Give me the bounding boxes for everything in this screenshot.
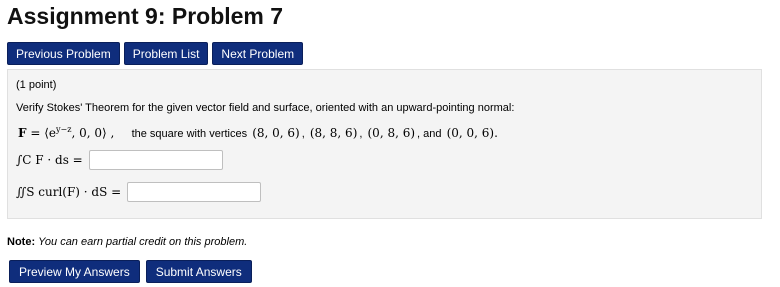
surface-text: the square with vertices [131, 128, 248, 140]
and-text: , and [417, 128, 442, 140]
line-integral-label: ∫C F · ds = [16, 153, 83, 167]
field-eq: = ⟨e [26, 126, 56, 140]
vertex-3: (0, 8, 6) [367, 126, 416, 140]
vertex-4: (0, 0, 6). [446, 126, 498, 140]
surface-integral-label: ∬S curl(F) · dS = [16, 185, 122, 199]
page-title: Assignment 9: Problem 7 [7, 3, 284, 29]
vertex-1: (8, 0, 6) [252, 126, 300, 140]
points-label: (1 point) [16, 79, 57, 91]
surface-integral-input[interactable] [127, 182, 262, 202]
vector-field-line: F = ⟨ey−z, 0, 0⟩ , the square with verti… [18, 125, 498, 140]
problem-nav: Previous Problem Problem List Next Probl… [7, 42, 304, 65]
problem-list-button[interactable]: Problem List [123, 42, 209, 65]
previous-problem-button[interactable]: Previous Problem [7, 42, 120, 65]
problem-panel: (1 point) Verify Stokes' Theorem for the… [7, 69, 762, 219]
surface-integral-row: ∬S curl(F) · dS = [16, 182, 262, 202]
note-label: Note: [7, 236, 36, 248]
partial-credit-note: Note: You can earn partial credit on thi… [7, 236, 247, 248]
line-integral-row: ∫C F · ds = [16, 150, 223, 170]
vertex-2: (8, 8, 6) [309, 126, 358, 140]
note-text: You can earn partial credit on this prob… [38, 236, 248, 248]
field-exponent: y−z [56, 125, 72, 134]
field-symbol: F [18, 126, 27, 140]
preview-answers-button[interactable]: Preview My Answers [9, 260, 140, 283]
problem-statement: Verify Stokes' Theorem for the given vec… [16, 102, 515, 114]
line-integral-input[interactable] [88, 150, 223, 170]
submit-bar: Preview My Answers Submit Answers [9, 260, 252, 283]
next-problem-button[interactable]: Next Problem [212, 42, 304, 65]
field-rest: , 0, 0⟩ , [71, 126, 115, 140]
submit-answers-button[interactable]: Submit Answers [145, 260, 252, 283]
